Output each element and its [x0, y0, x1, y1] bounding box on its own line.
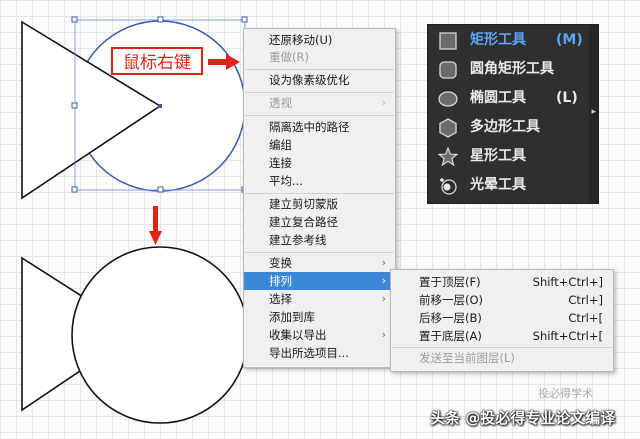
menu-item-label: 透视	[269, 96, 292, 110]
flare-tool-icon	[440, 178, 457, 195]
tool-label: 圆角矩形工具	[470, 61, 554, 77]
tool-label: 星形工具	[470, 148, 526, 164]
tool-star[interactable]: 星形工具	[428, 142, 591, 171]
submenu-item-send-to-back[interactable]: 置于底层(A) Shift+Ctrl+[	[391, 327, 613, 345]
watermark: 头条 @投必得专业论文编译	[430, 409, 616, 427]
polygon-tool-icon	[439, 118, 457, 138]
tool-shortcut: (L)	[556, 90, 578, 106]
menu-item-make-guides[interactable]: 建立参考线	[244, 231, 395, 249]
menu-item-label: 建立剪切蒙版	[269, 197, 338, 211]
center-point	[158, 104, 162, 108]
menu-separator	[392, 347, 612, 348]
menu-item-collect-for-export[interactable]: 收集以导出 ›	[244, 326, 395, 344]
chevron-right-icon: ›	[381, 256, 386, 269]
menu-separator	[245, 252, 394, 253]
tool-rectangle[interactable]: 矩形工具 (M)	[428, 26, 591, 55]
menu-item-arrange[interactable]: 排列 ›	[244, 272, 395, 290]
submenu-item-bring-to-front[interactable]: 置于顶层(F) Shift+Ctrl+]	[391, 273, 613, 291]
menu-item-transform[interactable]: 变换 ›	[244, 254, 395, 272]
tool-label: 光晕工具	[470, 177, 526, 193]
menu-item-redo: 重做(R)	[244, 48, 395, 66]
shortcut-text: Ctrl+]	[568, 293, 603, 307]
tool-ellipse[interactable]: 椭圆工具 (L)	[428, 84, 591, 113]
menu-separator	[245, 69, 394, 70]
right-click-annotation: 鼠标右键	[111, 47, 203, 75]
menu-item-compound-path[interactable]: 建立复合路径	[244, 213, 395, 231]
menu-item-label: 变换	[269, 256, 292, 270]
submenu-item-send-to-current-layer: 发送至当前图层(L)	[391, 349, 613, 367]
menu-item-label: 连接	[269, 156, 292, 170]
rounded-rectangle-tool-icon	[439, 61, 457, 79]
submenu-item-label: 置于底层(A)	[419, 329, 482, 343]
star-tool-icon	[438, 147, 458, 167]
circle-shape-bottom[interactable]	[71, 246, 249, 424]
menu-item-average[interactable]: 平均...	[244, 172, 395, 190]
submenu-item-send-backward[interactable]: 后移一层(B) Ctrl+[	[391, 309, 613, 327]
ellipse-tool-icon	[438, 91, 458, 107]
tool-label: 矩形工具	[470, 32, 526, 48]
menu-item-perspective: 透视 ›	[244, 94, 395, 112]
submenu-item-label: 发送至当前图层(L)	[419, 351, 515, 365]
watermark-small: 投必得学术	[538, 387, 593, 400]
down-arrow-icon	[149, 206, 162, 245]
menu-item-label: 添加到库	[269, 310, 315, 324]
chevron-right-icon: ›	[381, 96, 386, 109]
menu-item-label: 还原移动(U)	[269, 33, 333, 47]
menu-item-label: 编组	[269, 138, 292, 152]
menu-item-label: 选择	[269, 292, 292, 306]
menu-separator	[245, 92, 394, 93]
chevron-right-icon: ›	[381, 292, 386, 305]
menu-separator	[245, 115, 394, 116]
submenu-item-bring-forward[interactable]: 前移一层(O) Ctrl+]	[391, 291, 613, 309]
menu-item-label: 收集以导出	[269, 328, 327, 342]
tool-label: 多边形工具	[470, 119, 540, 135]
menu-item-add-to-library[interactable]: 添加到库	[244, 308, 395, 326]
menu-item-pixel-optimize[interactable]: 设为像素级优化	[244, 71, 395, 89]
tool-label: 椭圆工具	[470, 90, 526, 106]
tool-rounded-rectangle[interactable]: 圆角矩形工具	[428, 55, 591, 84]
menu-item-label: 设为像素级优化	[269, 73, 350, 87]
shortcut-text: Ctrl+[	[568, 311, 603, 325]
shortcut-text: Shift+Ctrl+]	[532, 275, 603, 289]
rectangle-tool-icon	[439, 32, 457, 50]
flyout-tearoff-strip[interactable]: ▸	[589, 25, 598, 203]
chevron-right-icon: ›	[381, 274, 386, 287]
menu-item-undo-move[interactable]: 还原移动(U)	[244, 31, 395, 49]
menu-item-label: 隔离选中的路径	[269, 120, 350, 134]
chevron-right-icon: ›	[381, 328, 386, 341]
artboard-canvas[interactable]: 鼠标右键 还原移动(U) 重做(R) 设为像素级优化 透视 › 隔离选中的路径 编…	[0, 0, 640, 439]
menu-item-label: 建立复合路径	[269, 215, 338, 229]
menu-item-clipping-mask[interactable]: 建立剪切蒙版	[244, 195, 395, 213]
menu-item-label: 建立参考线	[269, 233, 327, 247]
submenu-item-label: 后移一层(B)	[419, 311, 482, 325]
tool-shortcut: (M)	[556, 32, 583, 48]
menu-item-export-selection[interactable]: 导出所选项目...	[244, 344, 395, 362]
submenu-item-label: 置于顶层(F)	[419, 275, 481, 289]
menu-item-label: 导出所选项目...	[269, 346, 349, 360]
caret-right-icon: ▸	[591, 107, 596, 117]
shape-tools-flyout: 矩形工具 (M) 圆角矩形工具 椭圆工具 (L) 多边形工具 星形工具 光晕工具…	[427, 24, 599, 204]
context-menu: 还原移动(U) 重做(R) 设为像素级优化 透视 › 隔离选中的路径 编组 连接 …	[243, 28, 396, 368]
tool-polygon[interactable]: 多边形工具	[428, 113, 591, 142]
shortcut-text: Shift+Ctrl+[	[532, 329, 603, 343]
menu-item-label: 重做(R)	[269, 50, 309, 64]
menu-item-select[interactable]: 选择 ›	[244, 290, 395, 308]
menu-item-label: 平均...	[269, 174, 303, 188]
menu-separator	[245, 193, 394, 194]
arrange-submenu: 置于顶层(F) Shift+Ctrl+] 前移一层(O) Ctrl+] 后移一层(B…	[390, 269, 614, 372]
menu-item-group[interactable]: 编组	[244, 136, 395, 154]
tool-flare[interactable]: 光晕工具	[428, 171, 591, 200]
menu-item-join[interactable]: 连接	[244, 154, 395, 172]
menu-item-isolate-path[interactable]: 隔离选中的路径	[244, 118, 395, 136]
menu-item-label: 排列	[269, 274, 292, 288]
submenu-item-label: 前移一层(O)	[419, 293, 484, 307]
